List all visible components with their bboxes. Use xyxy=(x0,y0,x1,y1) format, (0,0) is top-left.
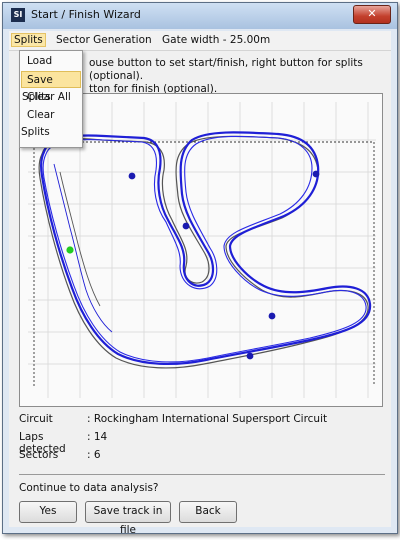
split-marker-2[interactable] xyxy=(182,222,190,230)
continue-prompt: Continue to data analysis? xyxy=(19,482,159,494)
menu-splits[interactable]: Splits xyxy=(11,33,46,47)
save-track-button[interactable]: Save track in file xyxy=(85,501,171,536)
start-finish-marker[interactable] xyxy=(66,246,74,254)
split-marker-3[interactable] xyxy=(312,170,320,178)
wizard-window: SI Start / Finish Wizard ✕ Splits Sector… xyxy=(2,2,398,536)
back-button[interactable]: Back xyxy=(179,501,237,523)
window-title: Start / Finish Wizard xyxy=(31,8,141,21)
menu-sector-generation[interactable]: Sector Generation xyxy=(53,33,155,47)
client-area: Splits Sector Generation Gate width - 25… xyxy=(9,31,391,536)
split-marker-4[interactable] xyxy=(268,312,276,320)
splits-dropdown-menu: Load Splits Save Splits Clear All Clear … xyxy=(19,50,83,148)
circuit-value: : Rockingham International Supersport Ci… xyxy=(87,413,328,425)
app-icon: SI xyxy=(11,8,25,22)
yes-button[interactable]: Yes xyxy=(19,501,77,523)
menu-gate-width[interactable]: Gate width - 25.00m xyxy=(159,33,273,47)
menu-item-clear-splits[interactable]: Clear Splits xyxy=(21,107,81,138)
menu-item-save-splits[interactable]: Save Splits xyxy=(21,71,81,103)
title-bar[interactable]: SI Start / Finish Wizard ✕ xyxy=(3,3,397,29)
split-marker-1[interactable] xyxy=(128,172,136,180)
circuit-label: Circuit xyxy=(19,413,53,425)
close-button[interactable]: ✕ xyxy=(353,5,391,24)
track-racing-line xyxy=(40,131,372,366)
menu-bar: Splits Sector Generation Gate width - 25… xyxy=(9,31,391,51)
menu-item-load-splits[interactable]: Load Splits xyxy=(21,53,81,84)
split-marker-5[interactable] xyxy=(246,352,254,360)
sectors-label: Sectors xyxy=(19,449,59,461)
laps-value: : 14 xyxy=(87,431,108,443)
sectors-value: : 6 xyxy=(87,449,101,461)
divider xyxy=(19,474,385,475)
menu-item-clear-all[interactable]: Clear All xyxy=(21,89,81,106)
